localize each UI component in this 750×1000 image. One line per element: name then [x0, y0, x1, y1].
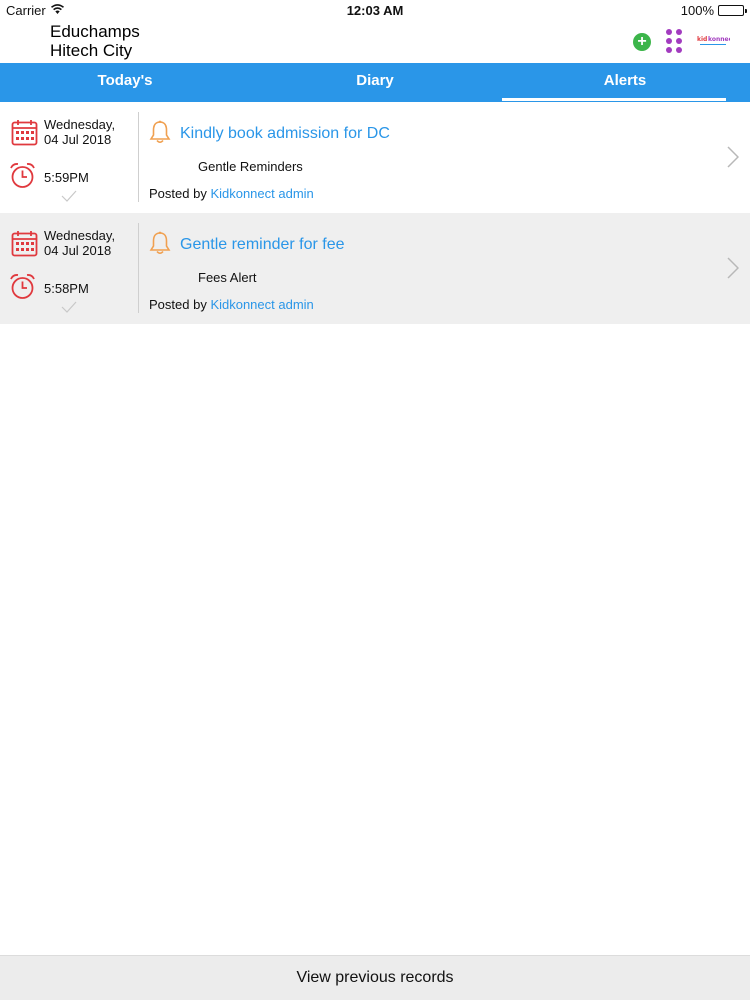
alert-posted-by: Posted by Kidkonnect admin [149, 186, 314, 201]
alert-row[interactable]: Wednesday, 04 Jul 2018 5:58PM Gentle rem… [0, 213, 750, 324]
posted-by-label: Posted by [149, 186, 211, 201]
grid-menu-button[interactable] [666, 29, 684, 53]
alert-date-value: 04 Jul 2018 [44, 132, 112, 147]
bell-icon [149, 231, 171, 255]
tab-todays[interactable]: Today's [0, 63, 250, 102]
add-button[interactable]: + [633, 33, 651, 51]
svg-text:konnect: konnect [708, 36, 730, 43]
app-header: Educhamps Hitech City + kid konnect [0, 20, 750, 63]
view-previous-records-button[interactable]: View previous records [0, 955, 750, 1000]
calendar-icon [11, 120, 38, 146]
alert-category: Fees Alert [198, 270, 257, 285]
clock-time: 12:03 AM [346, 3, 404, 18]
posted-by-label: Posted by [149, 297, 211, 312]
chevron-right-icon [727, 257, 739, 279]
branch-name: Hitech City [50, 41, 133, 60]
alarm-clock-icon [10, 274, 35, 299]
alert-time: 5:59PM [44, 170, 89, 185]
battery-icon [718, 5, 747, 16]
row-divider [138, 112, 139, 202]
alert-date: Wednesday, 04 Jul 2018 [44, 228, 115, 258]
status-bar: Carrier 12:03 AM 100% [0, 0, 750, 20]
alert-day: Wednesday, [44, 117, 116, 132]
battery-percent: 100% [680, 3, 714, 18]
alert-title: Kindly book admission for DC [180, 125, 390, 142]
svg-text:kid: kid [697, 36, 707, 43]
kidkonnect-logo: kid konnect [697, 36, 730, 45]
row-divider [138, 223, 139, 313]
tab-diary[interactable]: Diary [250, 63, 500, 102]
alert-date: Wednesday, 04 Jul 2018 [44, 117, 115, 147]
alert-date-value: 04 Jul 2018 [44, 243, 112, 258]
school-name: Educhamps [50, 22, 140, 41]
alert-author: Kidkonnect admin [210, 297, 314, 312]
alert-title: Gentle reminder for fee [180, 236, 345, 253]
plus-circle-icon: + [637, 33, 647, 50]
tab-bar: Today's Diary Alerts [0, 63, 750, 102]
calendar-icon [11, 231, 38, 257]
alarm-clock-icon [10, 163, 35, 188]
tab-alerts[interactable]: Alerts [500, 63, 750, 102]
alert-time: 5:58PM [44, 281, 89, 296]
chevron-right-icon [727, 146, 739, 168]
alert-category: Gentle Reminders [198, 159, 303, 174]
alert-author: Kidkonnect admin [210, 186, 314, 201]
page-title: Educhamps Hitech City [50, 22, 140, 60]
alerts-list: Wednesday, 04 Jul 2018 5:59PM Kindly boo… [0, 102, 750, 324]
alert-day: Wednesday, [44, 228, 116, 243]
grid-dots-icon [666, 29, 672, 35]
check-icon [61, 190, 77, 202]
check-icon [61, 301, 77, 313]
bell-icon [149, 120, 171, 144]
alert-row[interactable]: Wednesday, 04 Jul 2018 5:59PM Kindly boo… [0, 102, 750, 213]
alert-posted-by: Posted by Kidkonnect admin [149, 297, 314, 312]
